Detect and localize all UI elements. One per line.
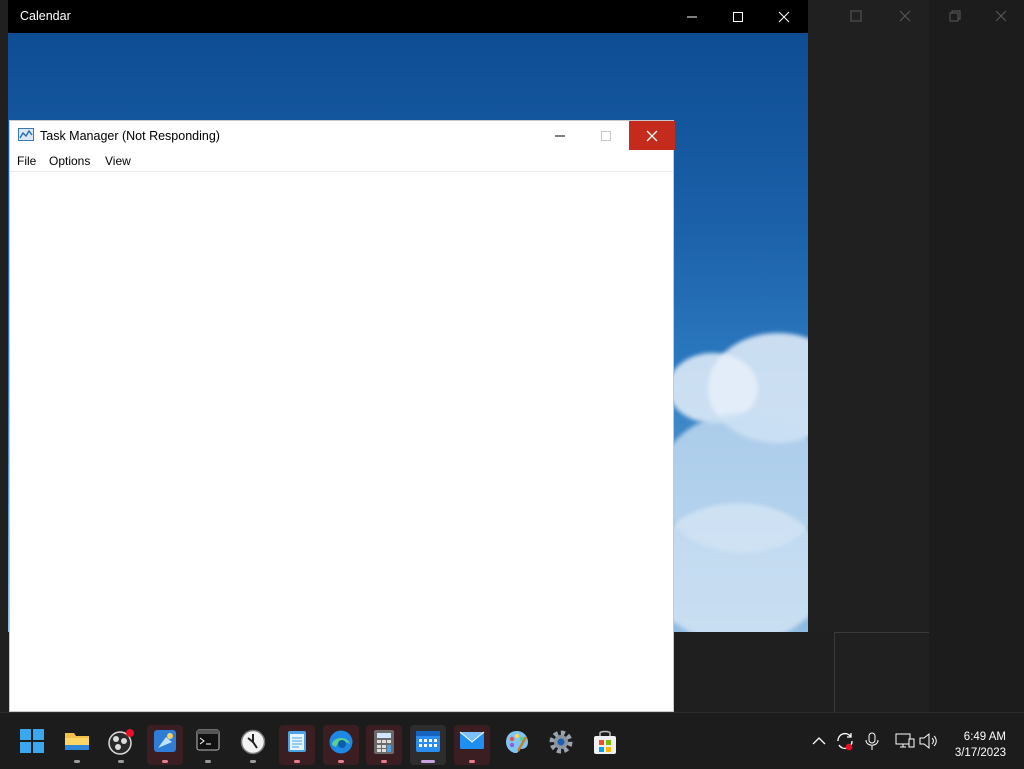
taskbar-settings[interactable]	[543, 725, 579, 765]
folder-icon	[65, 733, 89, 750]
close-icon	[646, 130, 658, 141]
terminal-icon	[196, 729, 220, 751]
close-button[interactable]	[761, 0, 807, 33]
taskbar-paint[interactable]	[147, 725, 183, 765]
sync-icon	[837, 733, 853, 751]
microphone-icon	[865, 732, 879, 750]
menu-file[interactable]: File	[17, 154, 36, 168]
tray-overflow-chevron[interactable]	[812, 713, 826, 769]
tm-maximize-button[interactable]	[583, 121, 629, 150]
maximize-button[interactable]	[715, 0, 761, 33]
minimize-button[interactable]	[669, 0, 715, 33]
clock-time: 6:49 AM	[963, 731, 1006, 743]
task-manager-icon	[18, 128, 34, 141]
taskbar-obs[interactable]	[103, 725, 139, 765]
minimize-icon	[687, 16, 697, 17]
taskbar-calendar[interactable]	[410, 725, 446, 765]
palette-icon	[506, 731, 528, 753]
tray-network[interactable]	[895, 713, 915, 769]
tray-microphone[interactable]	[865, 713, 879, 769]
taskbar-paint3d[interactable]	[499, 725, 535, 765]
windows-logo-icon	[20, 729, 44, 753]
background-window-3	[674, 632, 835, 712]
maximize-icon	[733, 11, 743, 22]
task-manager-window: Task Manager (Not Responding) File Optio…	[9, 120, 675, 712]
taskbar-clock-display[interactable]: 6:49 AM 3/17/2023	[955, 729, 1006, 761]
tm-minimize-button[interactable]	[537, 121, 583, 150]
background-window-2	[929, 0, 1024, 712]
background-window	[808, 0, 930, 633]
menu-options[interactable]: Options	[49, 154, 90, 168]
store-icon	[594, 730, 616, 754]
taskbar: 6:49 AM 3/17/2023	[0, 712, 1024, 769]
clock-date: 3/17/2023	[954, 747, 1006, 759]
taskbar-file-explorer[interactable]	[59, 725, 95, 765]
taskbar-clock[interactable]	[235, 725, 271, 765]
menu-view[interactable]: View	[105, 154, 131, 168]
task-manager-menubar: File Options View	[10, 151, 673, 172]
minimize-icon	[555, 135, 565, 136]
tray-sync[interactable]	[835, 713, 855, 769]
tray-volume[interactable]	[919, 713, 939, 769]
calendar-title: Calendar	[20, 9, 71, 23]
mail-icon	[459, 731, 485, 749]
taskbar-store[interactable]	[587, 725, 623, 765]
ghost-close-icon[interactable]	[899, 10, 911, 22]
calculator-icon	[374, 730, 394, 754]
obs-icon	[108, 729, 134, 755]
taskbar-terminal[interactable]	[190, 725, 226, 765]
notepad-icon	[288, 731, 306, 752]
ghost-restore-icon[interactable]	[949, 10, 961, 22]
close-icon	[778, 11, 790, 22]
network-icon	[895, 733, 915, 748]
maximize-icon	[601, 130, 611, 141]
gear-icon	[549, 730, 573, 754]
clock-icon	[240, 729, 266, 755]
calendar-icon	[416, 731, 440, 752]
paint-icon	[154, 730, 176, 752]
volume-icon	[919, 732, 937, 750]
taskbar-edge[interactable]	[323, 725, 359, 765]
start-button[interactable]	[14, 725, 50, 765]
task-manager-titlebar[interactable]: Task Manager (Not Responding)	[10, 121, 675, 151]
ghost-maximize-icon[interactable]	[850, 10, 862, 22]
edge-icon	[329, 730, 353, 754]
taskbar-calculator[interactable]	[366, 725, 402, 765]
taskbar-mail[interactable]	[454, 725, 490, 765]
chevron-up-icon	[812, 737, 826, 745]
task-manager-title: Task Manager (Not Responding)	[40, 129, 220, 143]
tm-close-button[interactable]	[629, 121, 675, 150]
taskbar-notepad[interactable]	[279, 725, 315, 765]
ghost-close-icon-2[interactable]	[995, 10, 1007, 22]
calendar-titlebar[interactable]: Calendar	[8, 0, 808, 33]
